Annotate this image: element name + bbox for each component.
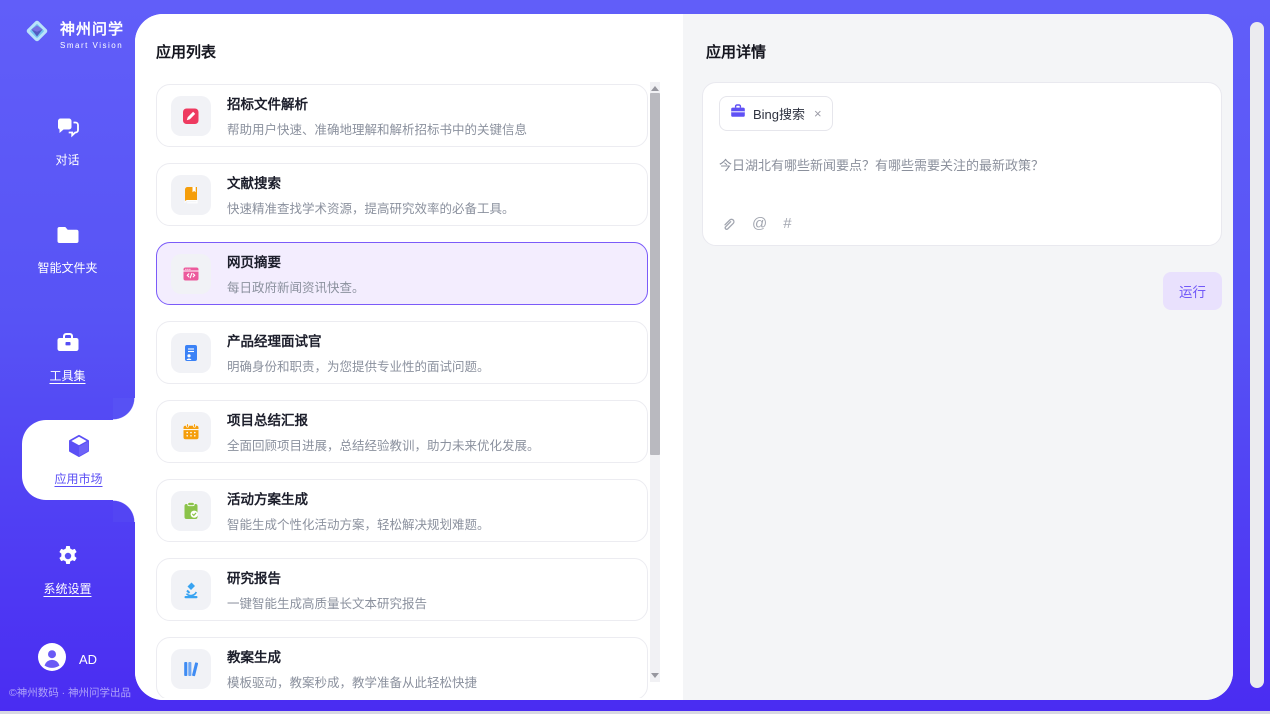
card-text: 产品经理面试官明确身份和职责，为您提供专业性的面试问题。 [227,330,490,375]
app-detail-title: 应用详情 [706,41,766,62]
app-card-research-report[interactable]: 研究报告一键智能生成高质量长文本研究报告 [156,558,648,621]
card-description: 每日政府新闻资讯快查。 [227,277,365,296]
app-card-list: 招标文件解析帮助用户快速、准确地理解和解析招标书中的关键信息文献搜索快速精准查找… [156,84,648,698]
card-text: 网页摘要每日政府新闻资讯快查。 [227,251,365,296]
copyright-text: ©神州数码 · 神州问学出品 [5,685,135,700]
card-title: 网页摘要 [227,251,365,271]
chat-icon [54,113,82,141]
at-icon[interactable]: @ [752,215,767,232]
card-title: 研究报告 [227,567,427,587]
sidebar-item-chat[interactable]: 对话 [0,113,135,168]
sidebar-item-smart-folder[interactable]: 智能文件夹 [0,221,135,276]
background-page-edge [1250,22,1264,688]
tab-curve-bottom [113,500,135,522]
books-icon [171,649,211,689]
card-text: 活动方案生成智能生成个性化活动方案，轻松解决规划难题。 [227,488,490,533]
app-card-event-plan[interactable]: 活动方案生成智能生成个性化活动方案，轻松解决规划难题。 [156,479,648,542]
sidebar-item-label: 智能文件夹 [0,259,135,276]
composer-card[interactable]: Bing搜索 × 今日湖北有哪些新闻要点？有哪些需要关注的最新政策？ @ # [702,82,1222,246]
app-card-web-summary[interactable]: 网页摘要每日政府新闻资讯快查。 [156,242,648,305]
card-title: 活动方案生成 [227,488,490,508]
sidebar-item-label: 应用市场 [22,470,135,487]
tag-close-icon[interactable]: × [814,107,822,120]
scroll-down-arrow-icon[interactable] [651,673,659,678]
card-description: 快速精准查找学术资源，提高研究效率的必备工具。 [227,198,515,217]
clipboard-icon [171,491,211,531]
scrollbar[interactable] [650,82,660,682]
app-card-project-summary[interactable]: 项目总结汇报全面回顾项目进展，总结经验教训，助力未来优化发展。 [156,400,648,463]
app-list-title: 应用列表 [156,41,216,62]
sidebar-item-system-settings[interactable]: 系统设置 [0,542,135,597]
app-card-pm-interviewer[interactable]: 产品经理面试官明确身份和职责，为您提供专业性的面试问题。 [156,321,648,384]
sidebar-item-app-market[interactable]: 应用市场 [22,420,135,500]
edit-icon [171,96,211,136]
card-title: 项目总结汇报 [227,409,540,429]
card-description: 模板驱动，教案秒成，教学准备从此轻松快捷 [227,672,477,691]
app-card-bid-doc-analysis[interactable]: 招标文件解析帮助用户快速、准确地理解和解析招标书中的关键信息 [156,84,648,147]
scroll-up-arrow-icon[interactable] [651,86,659,91]
main-panel: 应用列表 招标文件解析帮助用户快速、准确地理解和解析招标书中的关键信息文献搜索快… [135,14,1233,700]
sidebar-item-label: 工具集 [0,367,135,384]
hash-icon[interactable]: # [783,215,791,232]
sidebar-item-toolbox[interactable]: 工具集 [0,329,135,384]
card-description: 一键智能生成高质量长文本研究报告 [227,593,427,612]
folder-icon [54,221,82,249]
browser-icon [171,254,211,294]
gear-icon [54,542,82,570]
card-text: 教案生成模板驱动，教案秒成，教学准备从此轻松快捷 [227,646,477,691]
card-title: 文献搜索 [227,172,515,192]
composer-toolbar: @ # [720,215,792,232]
app-detail-pane: 应用详情 Bing搜索 × 今日湖北有哪些新闻要点？有哪些需要关注的最新政策？ [683,14,1233,700]
sidebar: 神州问学 Smart Vision 对话智能文件夹工具集应用市场系统设置 AD … [0,0,135,714]
card-text: 项目总结汇报全面回顾项目进展，总结经验教训，助力未来优化发展。 [227,409,540,454]
calendar-icon [171,412,211,452]
user-chip[interactable]: AD [38,643,97,676]
brand-name: 神州问学 [60,18,124,39]
brand-logo-icon [22,16,52,51]
card-title: 教案生成 [227,646,477,666]
query-text[interactable]: 今日湖北有哪些新闻要点？有哪些需要关注的最新政策？ [719,155,1205,174]
card-description: 明确身份和职责，为您提供专业性的面试问题。 [227,356,490,375]
sidebar-item-label: 对话 [0,151,135,168]
avatar [38,643,66,676]
card-description: 帮助用户快速、准确地理解和解析招标书中的关键信息 [227,119,527,138]
tool-tag-label: Bing搜索 [753,104,805,123]
brand-subtitle: Smart Vision [60,41,124,50]
card-title: 产品经理面试官 [227,330,490,350]
card-text: 文献搜索快速精准查找学术资源，提高研究效率的必备工具。 [227,172,515,217]
user-initials: AD [79,652,97,667]
paperclip-icon[interactable] [720,216,736,232]
run-button[interactable]: 运行 [1163,272,1222,310]
microscope-icon [171,570,211,610]
app-card-literature-search[interactable]: 文献搜索快速精准查找学术资源，提高研究效率的必备工具。 [156,163,648,226]
card-title: 招标文件解析 [227,93,527,113]
card-text: 招标文件解析帮助用户快速、准确地理解和解析招标书中的关键信息 [227,93,527,138]
app-card-lesson-plan[interactable]: 教案生成模板驱动，教案秒成，教学准备从此轻松快捷 [156,637,648,698]
docperson-icon [171,333,211,373]
briefcase-icon [730,103,746,124]
tool-tag[interactable]: Bing搜索 × [719,96,833,131]
tab-curve-top [113,398,135,420]
brand: 神州问学 Smart Vision [0,0,135,51]
toolbox-icon [54,329,82,357]
app-list-pane: 应用列表 招标文件解析帮助用户快速、准确地理解和解析招标书中的关键信息文献搜索快… [135,14,683,700]
card-description: 智能生成个性化活动方案，轻松解决规划难题。 [227,514,490,533]
book-icon [171,175,211,215]
card-description: 全面回顾项目进展，总结经验教训，助力未来优化发展。 [227,435,540,454]
cube-icon [64,432,94,460]
sidebar-item-label: 系统设置 [0,580,135,597]
scrollbar-thumb[interactable] [650,93,660,455]
card-text: 研究报告一键智能生成高质量长文本研究报告 [227,567,427,612]
